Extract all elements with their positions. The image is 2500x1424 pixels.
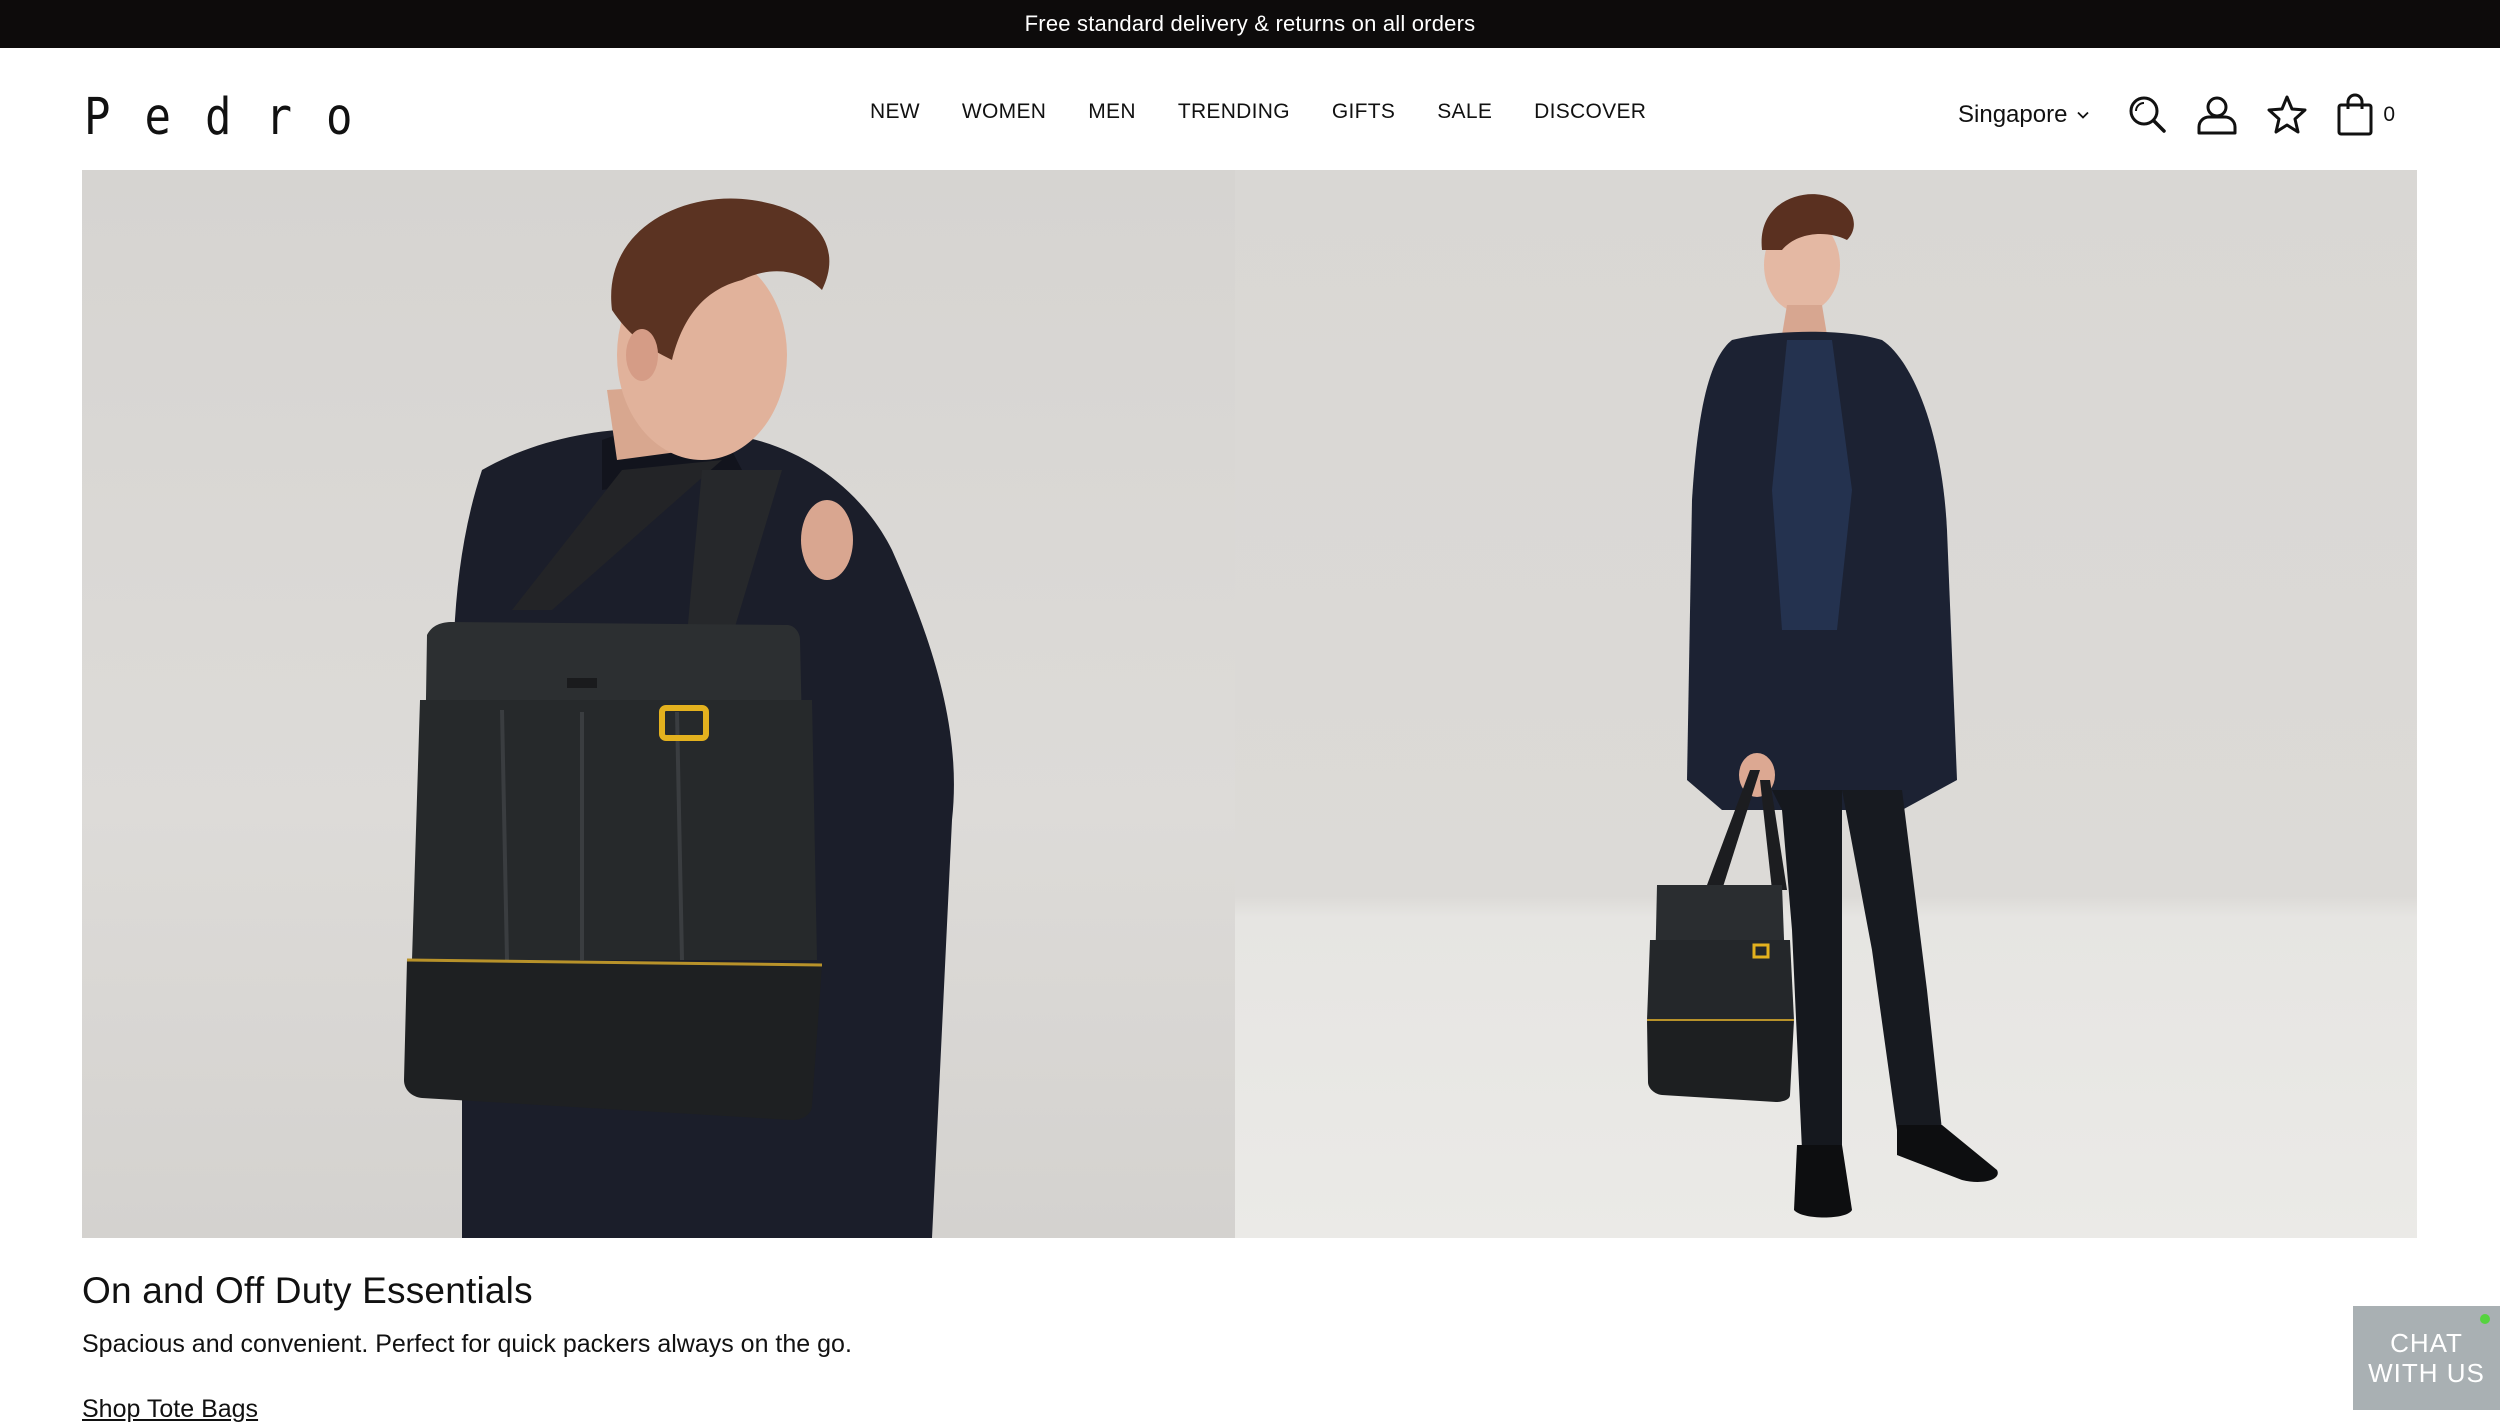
online-status-dot — [2480, 1314, 2490, 1324]
search-icon — [2129, 96, 2167, 133]
left-model-figure — [404, 198, 954, 1238]
chat-label-line2: WITH US — [2368, 1358, 2485, 1388]
hero-illustration — [404, 194, 1998, 1238]
chat-label-line1: CHAT — [2390, 1328, 2463, 1358]
nav-item-men[interactable]: MEN — [1088, 100, 1136, 124]
region-selector[interactable]: Singapore — [1958, 101, 2091, 129]
wishlist-star-icon — [2267, 95, 2307, 134]
feature-copy: On and Off Duty Essentials Spacious and … — [82, 1270, 1482, 1424]
brand-logo[interactable]: Pedro — [84, 88, 386, 147]
right-model-figure — [1647, 194, 1998, 1218]
feature-description: Spacious and convenient. Perfect for qui… — [82, 1330, 852, 1358]
search-button[interactable] — [2125, 93, 2169, 137]
wishlist-button[interactable] — [2265, 93, 2309, 137]
account-button[interactable] — [2195, 93, 2239, 137]
announcement-text: Free standard delivery & returns on all … — [1024, 11, 1476, 36]
feature-title: On and Off Duty Essentials — [82, 1270, 533, 1311]
main-nav: NEW WOMEN MEN TRENDING GIFTS SALE DISCOV… — [870, 100, 1688, 124]
region-label: Singapore — [1958, 101, 2068, 128]
nav-item-women[interactable]: WOMEN — [962, 100, 1046, 124]
nav-item-trending[interactable]: TRENDING — [1178, 100, 1290, 124]
shopping-bag-icon — [2337, 93, 2373, 136]
site-header: Pedro NEW WOMEN MEN TRENDING GIFTS SALE … — [0, 48, 2500, 170]
shopping-bag-button[interactable]: 0 — [2335, 93, 2395, 137]
nav-item-discover[interactable]: DISCOVER — [1534, 100, 1646, 124]
nav-item-sale[interactable]: SALE — [1437, 100, 1492, 124]
account-icon — [2197, 96, 2237, 135]
hero-banner[interactable] — [82, 170, 2417, 1238]
nav-item-gifts[interactable]: GIFTS — [1332, 100, 1395, 124]
chevron-down-icon — [2077, 111, 2090, 119]
chat-widget-button[interactable]: CHAT WITH US — [2353, 1306, 2500, 1410]
nav-item-new[interactable]: NEW — [870, 100, 920, 124]
announcement-bar: Free standard delivery & returns on all … — [0, 0, 2500, 48]
bag-count: 0 — [2383, 103, 2396, 126]
header-utilities: Singapore 0 — [1958, 90, 2395, 140]
